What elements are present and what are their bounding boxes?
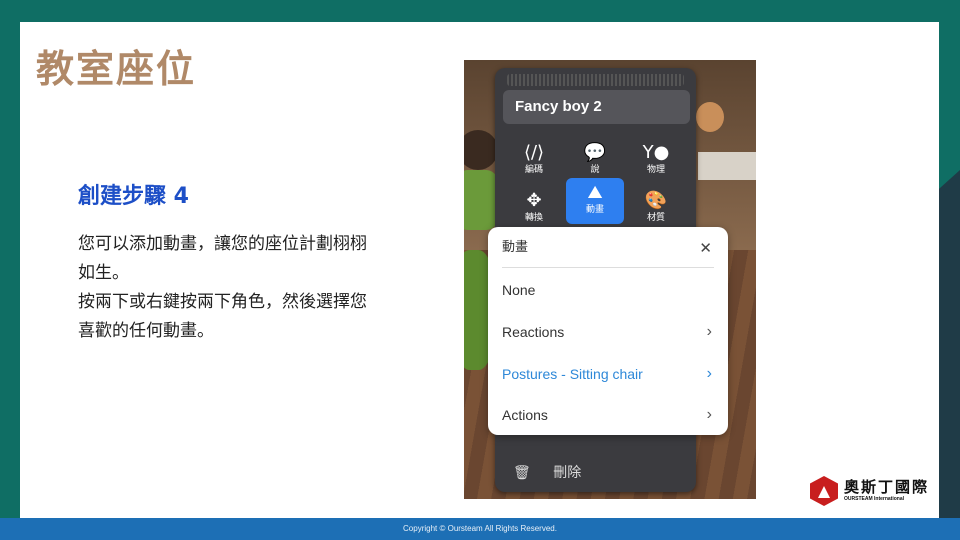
tool-label: 動畫 [585,205,604,215]
tool-physics-button[interactable]: Y● 物理 [627,138,685,182]
menu-item-actions[interactable]: Actions › [502,400,714,430]
chevron-right-icon: › [706,406,712,423]
physics-icon: Y● [642,142,670,163]
desk [698,152,756,180]
tool-label: 物理 [646,165,665,175]
instruction-text: 您可以添加動畫，讓您的座位計劃栩栩 如生。 按兩下或右鍵按兩下角色，然後選擇您 … [78,230,423,346]
page-title: 教室座位 [36,47,197,91]
menu-item-label: Postures - Sitting chair [502,366,643,382]
logo-mark-icon [810,476,838,506]
animation-menu: 動畫 ✕ None Reactions › Postures - Sitting… [488,227,728,435]
instruction-line: 如生。 [78,263,129,283]
instruction-line: 按兩下或右鍵按兩下角色，然後選擇您 [78,292,367,312]
tool-say-button[interactable]: 💬 說 [566,138,624,182]
code-icon: ⟨/⟩ [523,142,545,163]
animation-icon: ⛰ [587,182,603,203]
menu-item-postures-sitting-chair[interactable]: Postures - Sitting chair › [502,359,714,389]
menu-item-label: Actions [502,407,548,423]
chevron-right-icon: › [706,323,712,340]
company-logo: 奧斯丁國際 OURSTEAM International [810,474,934,508]
tool-animation-button[interactable]: ⛰ 動畫 [566,178,624,224]
instruction-line: 您可以添加動畫，讓您的座位計劃栩栩 [78,234,367,254]
menu-header: 動畫 ✕ [502,237,714,268]
step-heading: 創建步驟 4 [78,184,189,209]
instruction-line: 喜歡的任何動畫。 [78,321,214,341]
move-arrows-icon: ✥ [526,190,542,211]
student-figure [696,102,724,132]
tool-label: 說 [590,165,600,175]
chevron-right-icon: › [706,365,712,382]
tool-label: 編碼 [524,165,543,175]
character-name[interactable]: Fancy boy 2 [503,90,690,124]
trash-icon: 🗑 [513,465,531,481]
tool-label: 轉換 [524,213,543,223]
menu-item-label: None [502,282,536,298]
delete-label: 刪除 [553,465,582,481]
app-screenshot: Fancy boy 2 ⟨/⟩ 編碼 💬 說 Y● 物理 ✥ 轉換 ⛰ 動畫 🎨… [464,60,756,499]
menu-item-none[interactable]: None [502,275,714,305]
speech-bubble-icon: 💬 [583,142,607,163]
close-icon[interactable]: ✕ [699,237,712,259]
menu-title: 動畫 [502,240,529,255]
delete-button[interactable]: 🗑 刪除 [513,460,683,486]
logo-name: 奧斯丁國際 [844,478,930,496]
drag-handle[interactable] [507,74,684,86]
footer-copyright: Copyright © Oursteam All Rights Reserved… [0,518,960,540]
menu-item-reactions[interactable]: Reactions › [502,317,714,347]
tool-code-button[interactable]: ⟨/⟩ 編碼 [505,138,563,182]
tool-transform-button[interactable]: ✥ 轉換 [505,186,563,230]
palette-icon: 🎨 [644,190,668,211]
tool-label: 材質 [646,213,665,223]
menu-item-label: Reactions [502,324,565,340]
logo-subtitle: OURSTEAM International [844,496,905,502]
tool-material-button[interactable]: 🎨 材質 [627,186,685,230]
